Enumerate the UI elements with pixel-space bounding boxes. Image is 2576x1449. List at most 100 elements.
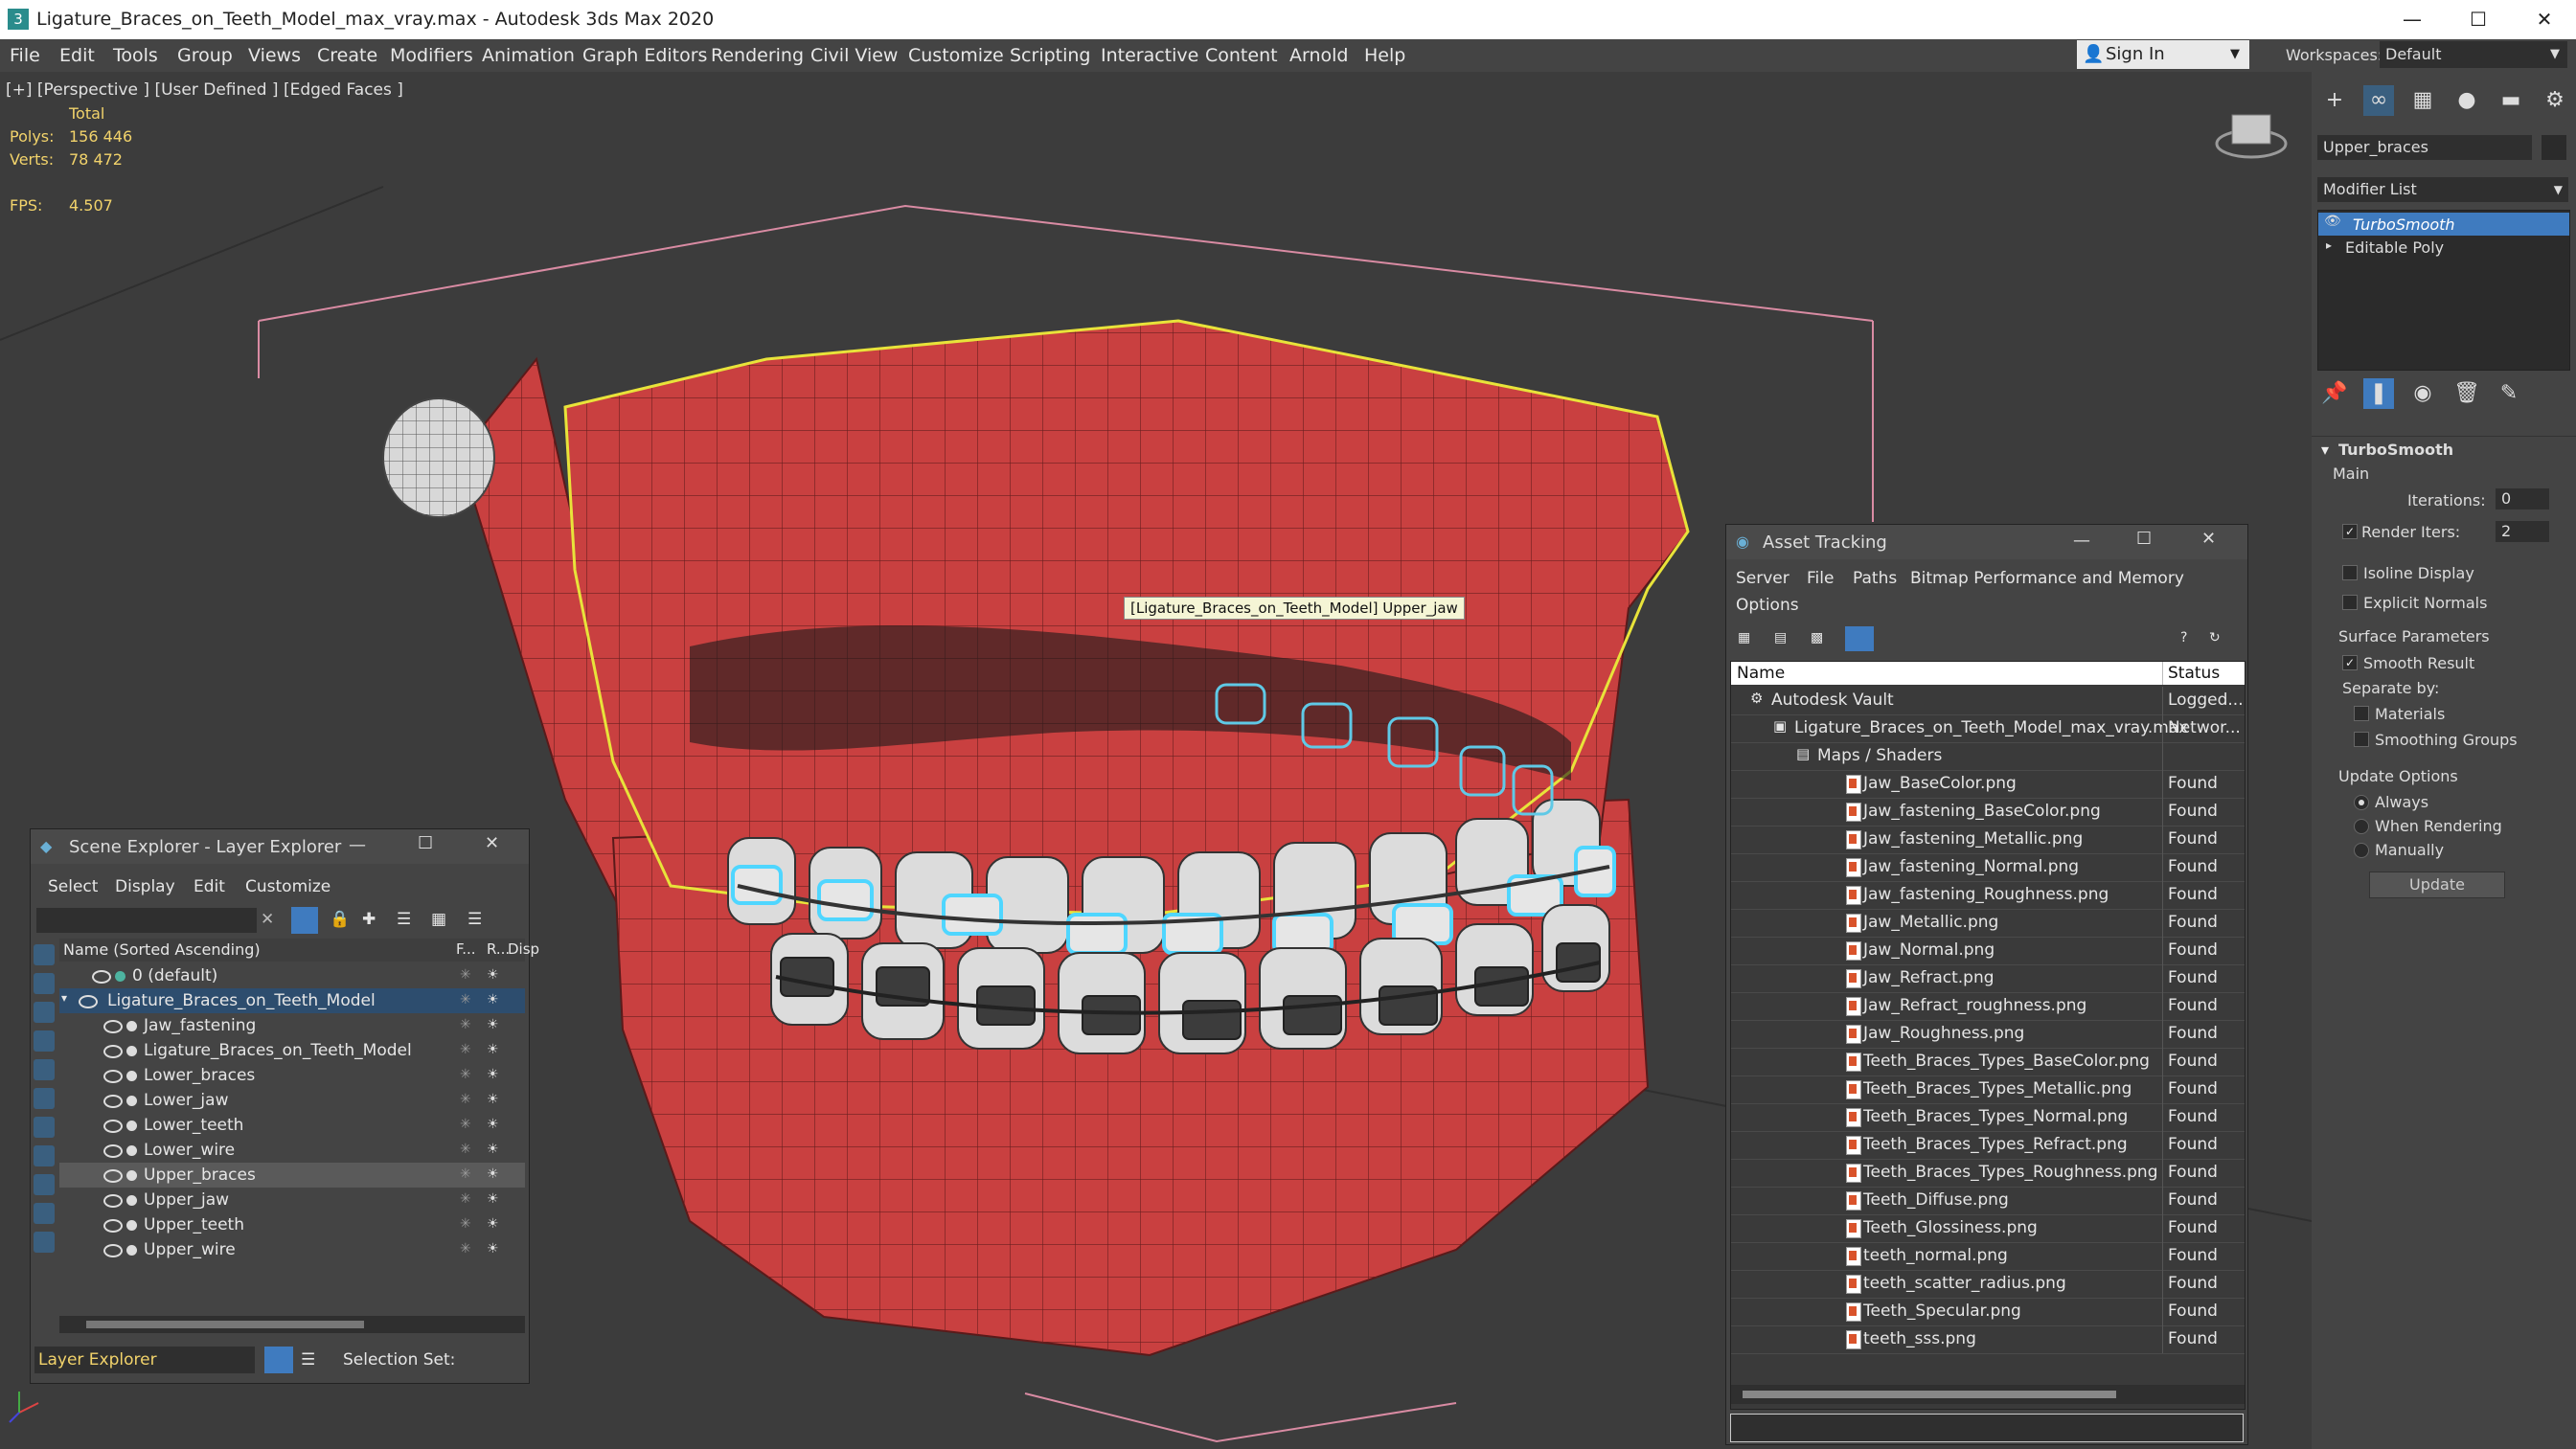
- hierarchy-tab-icon[interactable]: ▦: [2407, 85, 2438, 116]
- at-menu-server[interactable]: Server: [1736, 569, 1790, 588]
- display-cameras-icon[interactable]: [34, 1030, 55, 1052]
- vault-icon[interactable]: ▦: [1738, 630, 1750, 645]
- asset-row[interactable]: ▤ Maps / Shaders: [1731, 742, 2245, 771]
- menu-interactive[interactable]: Interactive: [1101, 45, 1198, 66]
- visibility-eye-icon[interactable]: [103, 1045, 123, 1058]
- when-rendering-radio[interactable]: [2354, 819, 2369, 834]
- asset-row[interactable]: Teeth_Braces_Types_Roughness.png Found: [1731, 1159, 2245, 1188]
- se-menu-select[interactable]: Select: [48, 877, 98, 896]
- se-menu-edit[interactable]: Edit: [194, 877, 225, 896]
- display-all-icon[interactable]: [34, 944, 55, 965]
- col-frozen-header[interactable]: F...: [456, 940, 476, 958]
- asset-row[interactable]: Jaw_Refract.png Found: [1731, 964, 2245, 993]
- close-icon[interactable]: ✕: [485, 833, 499, 853]
- iterations-spinner[interactable]: 0: [2496, 488, 2549, 509]
- renderable-icon[interactable]: ☀: [487, 1166, 499, 1182]
- minimize-button[interactable]: —: [2383, 4, 2441, 34]
- layer-row[interactable]: Lower_wire ✳ ☀: [59, 1138, 525, 1163]
- asset-horizontal-scrollbar[interactable]: [1731, 1385, 2245, 1404]
- visibility-eye-icon[interactable]: [92, 970, 111, 984]
- col-display-header[interactable]: Disp: [508, 940, 539, 958]
- object-name-field[interactable]: Upper_braces: [2317, 135, 2532, 160]
- menu-modifiers[interactable]: Modifiers: [390, 45, 473, 66]
- asset-row[interactable]: Jaw_fastening_Roughness.png Found: [1731, 881, 2245, 910]
- layer-row[interactable]: Upper_teeth ✳ ☀: [59, 1212, 525, 1237]
- col-render-header[interactable]: R...: [487, 940, 510, 958]
- renderable-icon[interactable]: ☀: [487, 1092, 499, 1107]
- menu-views[interactable]: Views: [248, 45, 301, 66]
- menu-scripting[interactable]: Scripting: [1010, 45, 1091, 66]
- make-unique-icon[interactable]: ◉: [2407, 378, 2438, 409]
- clear-search-icon[interactable]: ✕: [261, 910, 274, 929]
- menu-civil-view[interactable]: Civil View: [810, 45, 898, 66]
- asset-tracking-titlebar[interactable]: ◉ Asset Tracking — ☐ ✕: [1726, 525, 2247, 559]
- eye-icon[interactable]: 👁: [2324, 214, 2341, 229]
- at-menu-options[interactable]: Options: [1736, 596, 1799, 615]
- layers-toggle-icon[interactable]: [264, 1347, 293, 1373]
- expand-arrow-icon[interactable]: ▾: [61, 991, 67, 1005]
- asset-row[interactable]: Teeth_Diffuse.png Found: [1731, 1187, 2245, 1215]
- asset-row[interactable]: Jaw_fastening_BaseColor.png Found: [1731, 798, 2245, 826]
- rollout-title[interactable]: TurboSmooth: [2338, 441, 2453, 459]
- layers-icon[interactable]: ☰: [397, 910, 411, 929]
- asset-row[interactable]: Teeth_Specular.png Found: [1731, 1298, 2245, 1326]
- freeze-icon[interactable]: ✳: [460, 1067, 471, 1082]
- at-menu-paths[interactable]: Paths: [1853, 569, 1897, 588]
- close-button[interactable]: ✕: [2516, 4, 2573, 34]
- stack-item-editable-poly[interactable]: ▸ Editable Poly: [2318, 236, 2569, 259]
- col-name-header[interactable]: Name (Sorted Ascending): [63, 940, 261, 959]
- layer-row[interactable]: Ligature_Braces_on_Teeth_Model ✳ ☀: [59, 1038, 525, 1063]
- asset-row[interactable]: Jaw_BaseColor.png Found: [1731, 770, 2245, 799]
- render-iters-checkbox[interactable]: ✓: [2342, 524, 2358, 539]
- create-tab-icon[interactable]: +: [2319, 85, 2350, 116]
- modifier-list-dropdown[interactable]: Modifier List ▼: [2317, 177, 2568, 202]
- layer-row[interactable]: Upper_braces ✳ ☀: [59, 1163, 525, 1188]
- display-tab-icon[interactable]: ▬: [2496, 85, 2526, 116]
- display-frozen-icon[interactable]: [34, 1232, 55, 1253]
- pin-stack-icon[interactable]: 📌: [2319, 378, 2350, 409]
- asset-path-field[interactable]: [1730, 1414, 2244, 1442]
- asset-row[interactable]: Teeth_Glossiness.png Found: [1731, 1214, 2245, 1243]
- at-menu-bitmap-performance[interactable]: Bitmap Performance and Memory: [1910, 569, 2184, 588]
- freeze-icon[interactable]: ✳: [460, 1166, 471, 1182]
- renderable-icon[interactable]: ☀: [487, 1142, 499, 1157]
- freeze-icon[interactable]: ✳: [460, 992, 471, 1008]
- freeze-icon[interactable]: ✳: [460, 967, 471, 983]
- add-layer-icon[interactable]: ✚: [362, 910, 376, 929]
- asset-row[interactable]: Teeth_Braces_Types_Metallic.png Found: [1731, 1075, 2245, 1104]
- renderable-icon[interactable]: ☀: [487, 1067, 499, 1082]
- menu-animation[interactable]: Animation: [482, 45, 575, 66]
- asset-row[interactable]: ⚙ Autodesk Vault Logged...: [1731, 687, 2245, 715]
- visibility-eye-icon[interactable]: [103, 1194, 123, 1208]
- motion-tab-icon[interactable]: ●: [2451, 85, 2482, 116]
- isoline-display-checkbox[interactable]: [2342, 565, 2358, 580]
- asset-row[interactable]: ▣ Ligature_Braces_on_Teeth_Model_max_vray…: [1731, 714, 2245, 743]
- stack-item-turbosmooth[interactable]: 👁 TurboSmooth: [2318, 213, 2569, 236]
- remove-modifier-icon[interactable]: 🗑: [2451, 378, 2482, 409]
- viewport-label[interactable]: [+] [Perspective ] [User Defined ] [Edge…: [6, 80, 403, 100]
- object-color-swatch[interactable]: [2542, 135, 2566, 160]
- renderable-icon[interactable]: ☀: [487, 1241, 499, 1257]
- hierarchy-toggle-icon[interactable]: ☰: [301, 1350, 315, 1370]
- display-bones-icon[interactable]: [34, 1174, 55, 1195]
- asset-row[interactable]: Jaw_fastening_Metallic.png Found: [1731, 826, 2245, 854]
- layer-explorer-select[interactable]: Layer Explorer: [34, 1347, 255, 1373]
- renderable-icon[interactable]: ☀: [487, 1117, 499, 1132]
- asset-row[interactable]: Teeth_Braces_Types_BaseColor.png Found: [1731, 1048, 2245, 1076]
- layer-row[interactable]: Lower_jaw ✳ ☀: [59, 1088, 525, 1113]
- menu-help[interactable]: Help: [1364, 45, 1405, 66]
- asset-row[interactable]: Jaw_Roughness.png Found: [1731, 1020, 2245, 1049]
- se-search-input[interactable]: [36, 908, 257, 933]
- asset-row[interactable]: Jaw_Refract_roughness.png Found: [1731, 992, 2245, 1021]
- asset-row[interactable]: Jaw_Normal.png Found: [1731, 937, 2245, 965]
- menu-edit[interactable]: Edit: [59, 45, 95, 66]
- maximize-icon[interactable]: ☐: [2136, 529, 2152, 549]
- menu-graph-editors[interactable]: Graph Editors: [582, 45, 707, 66]
- visibility-eye-icon[interactable]: [103, 1169, 123, 1183]
- rollout-collapse-icon[interactable]: ▾: [2321, 441, 2329, 459]
- detail-view-icon[interactable]: [1845, 626, 1874, 651]
- render-iters-spinner[interactable]: 2: [2496, 521, 2549, 542]
- menu-content[interactable]: Content: [1205, 45, 1278, 66]
- show-end-result-icon[interactable]: ❚: [2363, 378, 2394, 409]
- renderable-icon[interactable]: ☀: [487, 1216, 499, 1232]
